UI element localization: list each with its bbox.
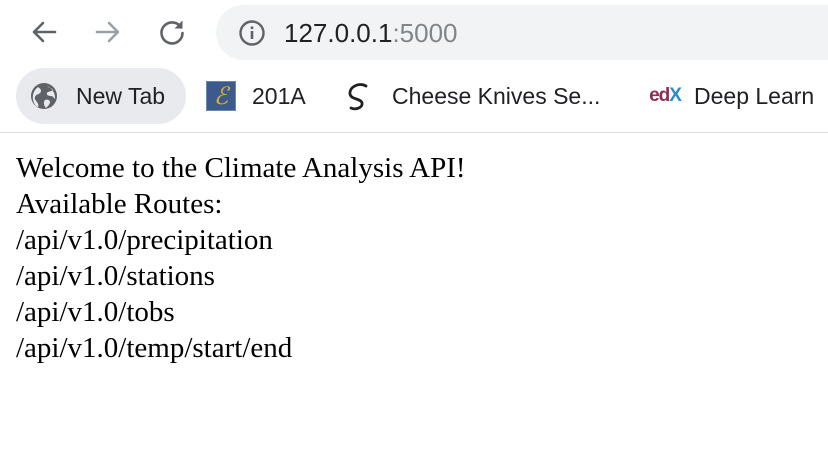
bookmark-201a[interactable]: ℰ 201A	[206, 68, 306, 124]
address-bar[interactable]: 127.0.0.1:5000	[216, 5, 828, 60]
routes-heading: Available Routes:	[16, 188, 223, 220]
bookmark-label: New Tab	[76, 82, 166, 109]
reload-button[interactable]	[154, 14, 190, 50]
bookmark-new-tab[interactable]: New Tab	[16, 68, 186, 124]
globe-icon	[29, 81, 59, 111]
info-icon[interactable]	[238, 19, 266, 47]
back-arrow-icon	[32, 21, 57, 43]
forward-button[interactable]	[90, 14, 126, 50]
script-e-icon: ℰ	[206, 81, 236, 111]
bookmark-label: Deep Learn	[694, 82, 815, 109]
bookmark-label: Cheese Knives Se...	[392, 82, 601, 109]
bookmarks-bar: New Tab ℰ 201A Cheese Knives Se... ed X D…	[0, 66, 828, 133]
reload-icon	[160, 20, 184, 45]
url-port: :5000	[392, 18, 458, 48]
forward-arrow-icon	[95, 21, 120, 43]
edx-icon: ed X	[649, 81, 682, 111]
url-text[interactable]: 127.0.0.1:5000	[284, 18, 458, 48]
back-button[interactable]	[26, 14, 62, 50]
page-content: Welcome to the Climate Analysis API! Ava…	[16, 150, 466, 366]
route-item: /api/v1.0/temp/start/end	[16, 332, 293, 364]
browser-toolbar: 127.0.0.1:5000	[0, 0, 828, 66]
route-item: /api/v1.0/tobs	[16, 296, 175, 328]
edx-icon-x: X	[669, 85, 682, 106]
swirl-icon	[344, 81, 374, 111]
url-host: 127.0.0.1	[284, 18, 393, 48]
route-item: /api/v1.0/stations	[16, 260, 215, 292]
edx-icon-ed: ed	[649, 85, 670, 106]
bookmark-deep-learning[interactable]: ed X Deep Learn	[649, 68, 815, 124]
bookmark-cheese-knives[interactable]: Cheese Knives Se...	[344, 68, 600, 124]
welcome-text: Welcome to the Climate Analysis API!	[16, 152, 466, 184]
route-item: /api/v1.0/precipitation	[16, 224, 273, 256]
browser-window: 127.0.0.1:5000 New Tab ℰ 201A Cheese Kni…	[0, 0, 828, 476]
bookmark-label: 201A	[252, 82, 306, 109]
